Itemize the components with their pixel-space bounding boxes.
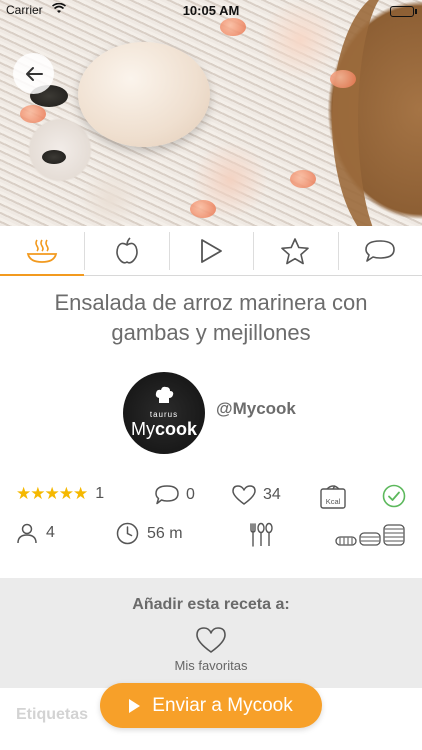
cutlery-group xyxy=(248,522,274,548)
sauce-dollop xyxy=(78,42,210,147)
recipe-hero-image xyxy=(0,0,422,226)
author-avatar[interactable]: taurus Mycook xyxy=(123,372,205,454)
shrimp xyxy=(20,105,46,123)
comments-count-group[interactable]: 0 xyxy=(154,484,195,506)
likes-group[interactable]: 34 xyxy=(231,484,281,506)
tags-heading: Etiquetas xyxy=(16,706,89,723)
stats-row: ★★★★★ 1 0 34 Kcal xyxy=(16,484,408,510)
chef-hat-icon xyxy=(155,386,174,403)
send-button-label: Enviar a Mycook xyxy=(152,694,293,716)
shrimp xyxy=(290,170,316,188)
shrimp xyxy=(190,200,216,218)
back-button[interactable] xyxy=(13,53,54,94)
chat-bubble-icon xyxy=(155,485,179,505)
check-circle-icon xyxy=(382,484,406,508)
rating-stars: ★★★★★ xyxy=(16,484,88,503)
servings-group: 4 xyxy=(16,522,55,544)
status-bar: Carrier 10:05 AM xyxy=(0,0,422,22)
clock: 10:05 AM xyxy=(182,3,240,18)
avatar-brand-small: taurus xyxy=(149,410,179,419)
mussel xyxy=(42,150,66,164)
heart-icon xyxy=(196,627,226,653)
svg-text:Kcal: Kcal xyxy=(326,497,341,506)
favorites-button[interactable] xyxy=(195,626,227,659)
recipe-tabs xyxy=(0,226,422,276)
done-check[interactable] xyxy=(382,484,406,508)
tab-comments[interactable] xyxy=(337,226,422,275)
tab-video[interactable] xyxy=(168,226,253,275)
servings-count: 4 xyxy=(46,524,55,541)
kcal-button[interactable]: Kcal xyxy=(318,484,348,510)
tab-rating[interactable] xyxy=(253,226,337,275)
clock-icon xyxy=(116,522,139,545)
likes-count: 34 xyxy=(263,486,281,503)
total-time: 56 m xyxy=(147,524,183,542)
favorites-label[interactable]: Mis favoritas xyxy=(0,658,422,673)
price-level-group xyxy=(334,522,408,548)
shrimp xyxy=(330,70,356,88)
chat-bubble-icon xyxy=(365,239,395,262)
star-icon xyxy=(281,237,310,264)
send-to-mycook-button[interactable]: Enviar a Mycook xyxy=(100,683,322,728)
add-recipe-section: Añadir esta receta a: Mis favoritas xyxy=(0,578,422,688)
tab-nutrition[interactable] xyxy=(84,226,168,275)
author-handle[interactable]: @Mycook xyxy=(216,399,296,419)
bowl-rim xyxy=(332,0,422,226)
recipe-title: Ensalada de arroz marinera con gambas y … xyxy=(54,290,368,345)
rating[interactable]: ★★★★★ 1 xyxy=(16,484,104,504)
meta-row: 4 56 m xyxy=(16,522,408,550)
apple-icon xyxy=(115,236,138,264)
avatar-brand-big: Mycook xyxy=(130,419,197,439)
play-icon xyxy=(129,698,141,713)
tab-preparation[interactable] xyxy=(0,226,85,276)
battery-icon xyxy=(390,6,417,17)
coins-icon xyxy=(335,524,405,546)
rating-count: 1 xyxy=(95,485,104,502)
arrow-left-icon xyxy=(25,66,43,81)
cutlery-icon xyxy=(250,522,273,547)
time-group: 56 m xyxy=(116,522,183,545)
add-recipe-label: Añadir esta receta a: xyxy=(132,596,290,613)
play-icon xyxy=(201,238,222,263)
cooking-pot-icon xyxy=(27,239,58,263)
comments-count: 0 xyxy=(186,486,195,503)
scale-kcal-icon: Kcal xyxy=(320,485,346,509)
heart-icon xyxy=(232,485,256,505)
person-icon xyxy=(17,523,37,544)
